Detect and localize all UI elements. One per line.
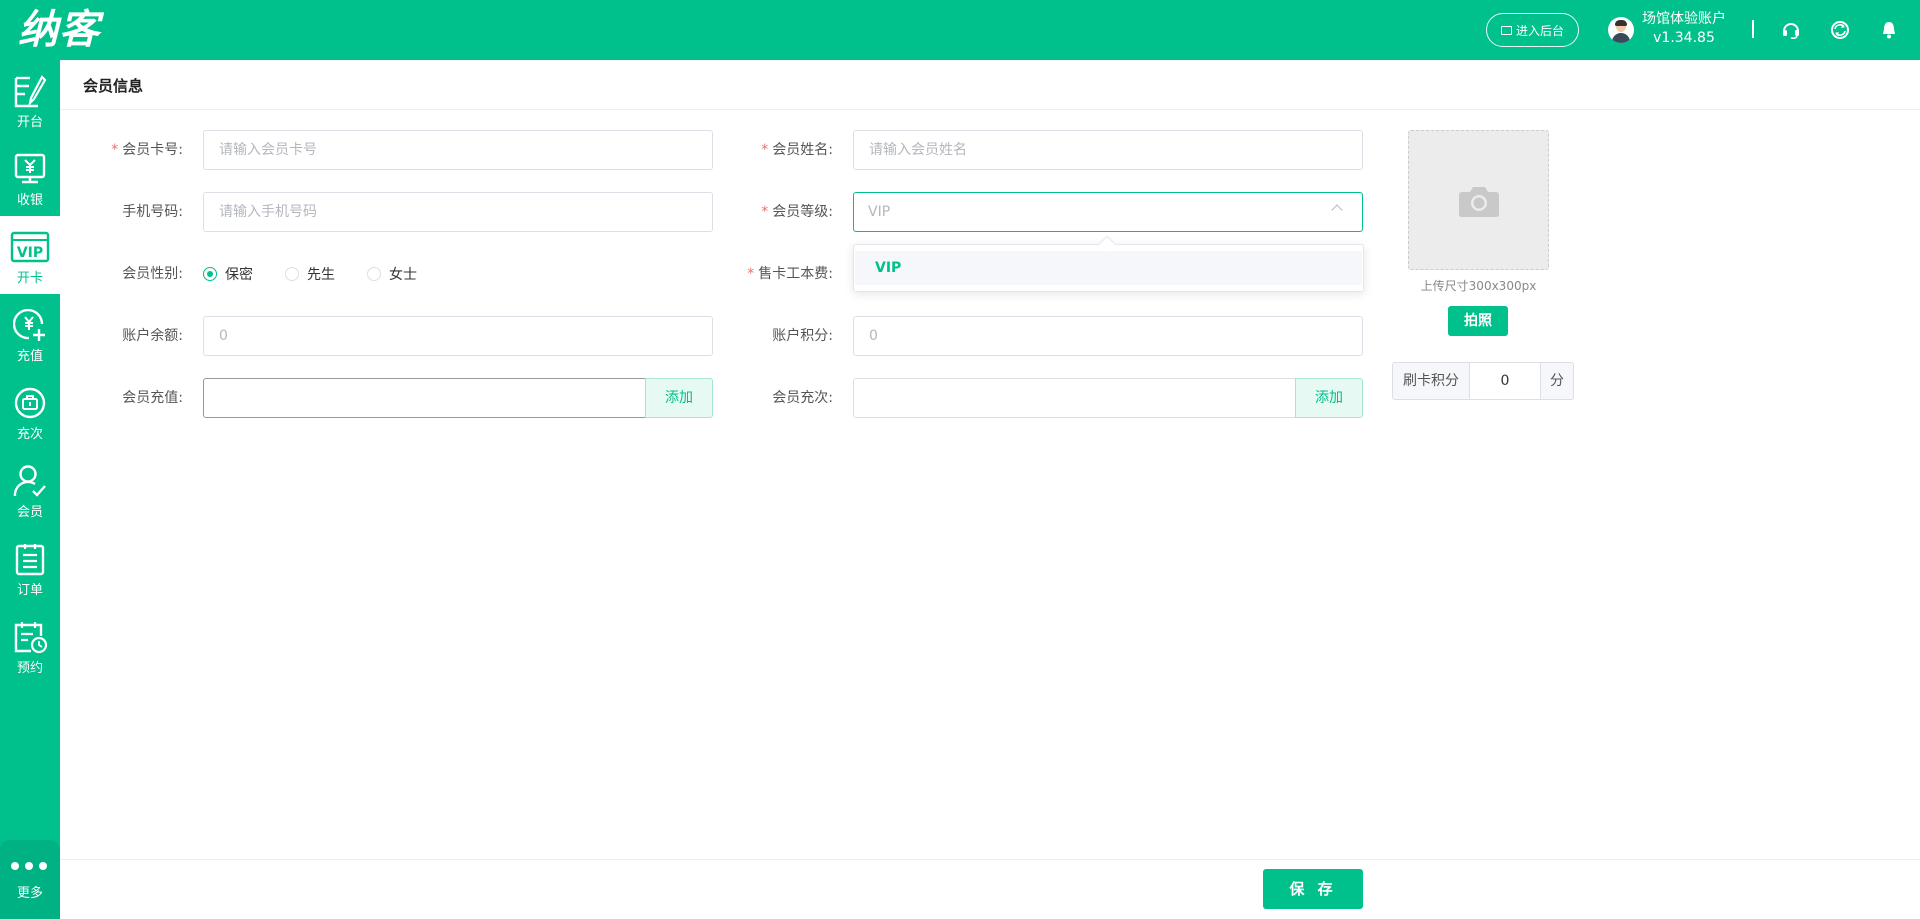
member-icon — [13, 465, 46, 497]
take-photo-button[interactable]: 拍照 — [1448, 306, 1508, 336]
level-option-vip[interactable]: VIP — [855, 251, 1362, 285]
sidebar-item-label: 会员 — [16, 505, 43, 520]
avatar[interactable] — [1608, 17, 1634, 43]
camera-icon — [1459, 187, 1499, 217]
page-title: 会员信息 — [83, 77, 144, 95]
recharge-times-label: 会员充次: — [772, 390, 833, 406]
gender-option-female[interactable]: 女士 — [367, 264, 417, 284]
version-text: v1.34.85 — [1653, 30, 1715, 46]
card-no-input[interactable] — [203, 130, 713, 170]
reservation-icon — [14, 622, 47, 654]
radio-icon — [367, 267, 381, 281]
gender-option-male[interactable]: 先生 — [285, 264, 335, 284]
name-label: * 会员姓名: — [761, 142, 833, 158]
radio-checked-icon — [203, 267, 217, 281]
balance-input[interactable] — [203, 316, 713, 356]
more-dots-icon — [11, 862, 47, 870]
cashier-icon — [14, 153, 46, 184]
vip-card-icon: VIP — [10, 231, 50, 263]
more-label: 更多 — [16, 886, 43, 901]
enter-backend-label: 进入后台 — [1515, 23, 1564, 38]
top-bar: 纳客 进入后台 场馆体验账户 v1.34.85 — [0, 0, 1920, 60]
swipe-points-input[interactable]: 0 — [1470, 362, 1540, 400]
points-input[interactable] — [853, 316, 1363, 356]
title-divider — [60, 109, 1920, 110]
level-select-value: VIP — [868, 204, 891, 220]
account-name: 场馆体验账户 — [1642, 11, 1726, 27]
recharge-times-input[interactable] — [853, 378, 1296, 418]
account-info[interactable]: 场馆体验账户 v1.34.85 — [1642, 10, 1726, 48]
sidebar-item-member[interactable]: 会员 — [0, 450, 60, 528]
svg-text:VIP: VIP — [17, 245, 43, 261]
balance-label: 账户余额: — [122, 328, 183, 344]
sidebar-item-label: 开卡 — [16, 271, 43, 286]
sidebar-item-reservation[interactable]: 预约 — [0, 606, 60, 684]
swipe-points-label: 刷卡积分 — [1392, 362, 1470, 400]
recharge-input[interactable] — [203, 378, 646, 418]
sidebar-item-open-card[interactable]: VIP 开卡 — [0, 216, 60, 294]
sidebar-more[interactable]: 更多 — [0, 840, 60, 919]
sidebar-item-cashier[interactable]: 收银 — [0, 138, 60, 216]
footer-divider — [60, 859, 1920, 860]
level-dropdown: VIP — [853, 244, 1364, 292]
recharge-times-icon — [14, 387, 46, 419]
recharge-add-button[interactable]: 添加 — [645, 378, 713, 418]
app-logo[interactable]: 纳客 — [18, 6, 100, 54]
recharge-times-add-button[interactable]: 添加 — [1295, 378, 1363, 418]
swipe-points-group: 刷卡积分 0 分 — [1392, 362, 1574, 400]
sidebar-item-label: 充次 — [16, 427, 43, 442]
level-label: * 会员等级: — [761, 204, 833, 220]
bell-icon[interactable] — [1879, 20, 1899, 40]
phone-input[interactable] — [203, 192, 713, 232]
open-table-icon — [14, 75, 47, 108]
sidebar-item-label: 充值 — [16, 349, 43, 364]
level-select[interactable] — [853, 192, 1363, 232]
monitor-icon — [1500, 25, 1512, 35]
sidebar-item-label: 预约 — [16, 661, 43, 676]
sidebar-item-label: 收银 — [16, 193, 43, 208]
card-fee-label: * 售卡工本费: — [747, 266, 833, 282]
recharge-icon — [13, 308, 45, 341]
photo-upload-box[interactable] — [1408, 130, 1549, 270]
sidebar-item-recharge[interactable]: 充值 — [0, 294, 60, 372]
gender-option-secret[interactable]: 保密 — [203, 264, 253, 284]
name-input[interactable] — [853, 130, 1363, 170]
headset-icon[interactable] — [1781, 20, 1801, 40]
phone-label: 手机号码: — [122, 204, 183, 220]
refresh-icon[interactable] — [1830, 20, 1850, 40]
recharge-label: 会员充值: — [122, 390, 183, 406]
sidebar-item-order[interactable]: 订单 — [0, 528, 60, 606]
gender-label: 会员性别: — [122, 266, 183, 282]
card-no-label: * 会员卡号: — [111, 142, 183, 158]
points-label: 账户积分: — [772, 328, 833, 344]
radio-icon — [285, 267, 299, 281]
sidebar-item-label: 订单 — [16, 583, 43, 598]
swipe-points-unit: 分 — [1540, 362, 1574, 400]
sidebar: 开台 收银 VIP 开卡 充值 充次 会员 订单 预约 更多 — [0, 60, 60, 919]
enter-backend-button[interactable]: 进入后台 — [1486, 13, 1579, 47]
order-icon — [15, 544, 45, 576]
sidebar-item-open-table[interactable]: 开台 — [0, 60, 60, 138]
sidebar-item-recharge-times[interactable]: 充次 — [0, 372, 60, 450]
photo-size-hint: 上传尺寸300x300px — [1420, 279, 1537, 293]
save-button[interactable]: 保 存 — [1263, 869, 1363, 909]
header-divider — [1752, 20, 1754, 38]
sidebar-item-label: 开台 — [16, 115, 43, 130]
